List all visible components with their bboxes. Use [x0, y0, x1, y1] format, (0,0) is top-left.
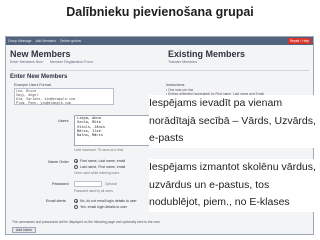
- footer-note: The usernames and passwords will be disp…: [12, 220, 160, 224]
- example-box: Lee, Bruce Sayy, Angel Kim, Sarides, kim…: [14, 88, 114, 106]
- email-alerts-option-yes[interactable]: Yes, email login details to user: [74, 205, 127, 209]
- radio-icon[interactable]: [74, 205, 78, 209]
- password-optional: Optional: [105, 182, 117, 186]
- name-order-option-2[interactable]: Last name, First name, email: [74, 165, 125, 169]
- email-alerts-label: Email alerts: [46, 199, 66, 203]
- tab-group-message[interactable]: Group Message: [8, 39, 31, 43]
- password-field[interactable]: [74, 181, 102, 187]
- existing-members-heading: Existing Members: [168, 49, 246, 59]
- instructions-label: Instructions: [166, 83, 185, 87]
- enter-new-members-heading: Enter New Members: [10, 74, 68, 80]
- users-textarea[interactable]: Liepa, Anna Ozola, Rūta Vītols, Jānis Bē…: [74, 115, 154, 146]
- users-label: Users: [58, 118, 69, 123]
- email-alerts-option-label: No, do not email login details to user: [80, 199, 137, 203]
- slide-title: Dalībnieku pievienošana grupai: [66, 5, 254, 19]
- email-alerts-option-label: Yes, email login details to user: [80, 205, 128, 209]
- name-order-hint: Order used while entering users: [74, 171, 120, 175]
- tab-delete-options[interactable]: Delete options: [60, 39, 81, 43]
- example-label: Example Users Format: [14, 83, 51, 87]
- users-hint: Limit maximum 75 users at a time: [74, 148, 124, 152]
- new-members-heading: New Members: [10, 49, 71, 59]
- name-order-option-1[interactable]: First name, Last name, email: [74, 159, 125, 163]
- name-order-option-label: Last name, First name, email: [80, 165, 126, 169]
- password-label: Password: [52, 182, 69, 186]
- radio-icon[interactable]: [74, 165, 78, 169]
- registration-form-link[interactable]: Member Registration Form: [50, 60, 93, 64]
- user-line: Kalns, Māris: [77, 134, 103, 139]
- top-nav: Group Message Add Members Delete options…: [6, 37, 313, 45]
- section-headings: New Members Existing Members Enter Membe…: [10, 49, 310, 71]
- example-line: Plum, Penn, you@example.com: [16, 102, 71, 106]
- radio-selected-icon[interactable]: [74, 159, 78, 163]
- tab-add-members[interactable]: Add Members: [35, 39, 56, 43]
- name-order-label: Name Order: [48, 160, 69, 164]
- name-order-option-label: First name, Last name, email: [80, 159, 126, 163]
- help-button[interactable]: Repair / Help: [287, 38, 311, 44]
- email-alerts-option-no[interactable]: No, do not email login details to user: [74, 199, 137, 203]
- add-users-button[interactable]: Add Users: [12, 227, 36, 233]
- enter-members-link[interactable]: Enter Members Now: [10, 60, 43, 64]
- callout-order: Iespējams ievadīt pa vienam norādītajā s…: [149, 95, 317, 148]
- divider: [10, 70, 309, 71]
- password-hint: Password used by all users: [74, 189, 113, 193]
- radio-selected-icon[interactable]: [74, 199, 78, 203]
- transfer-members-link[interactable]: Transfer Members: [168, 60, 197, 64]
- callout-ekase: Iespējams izmantot skolēnu vārdus, uzvār…: [149, 159, 317, 212]
